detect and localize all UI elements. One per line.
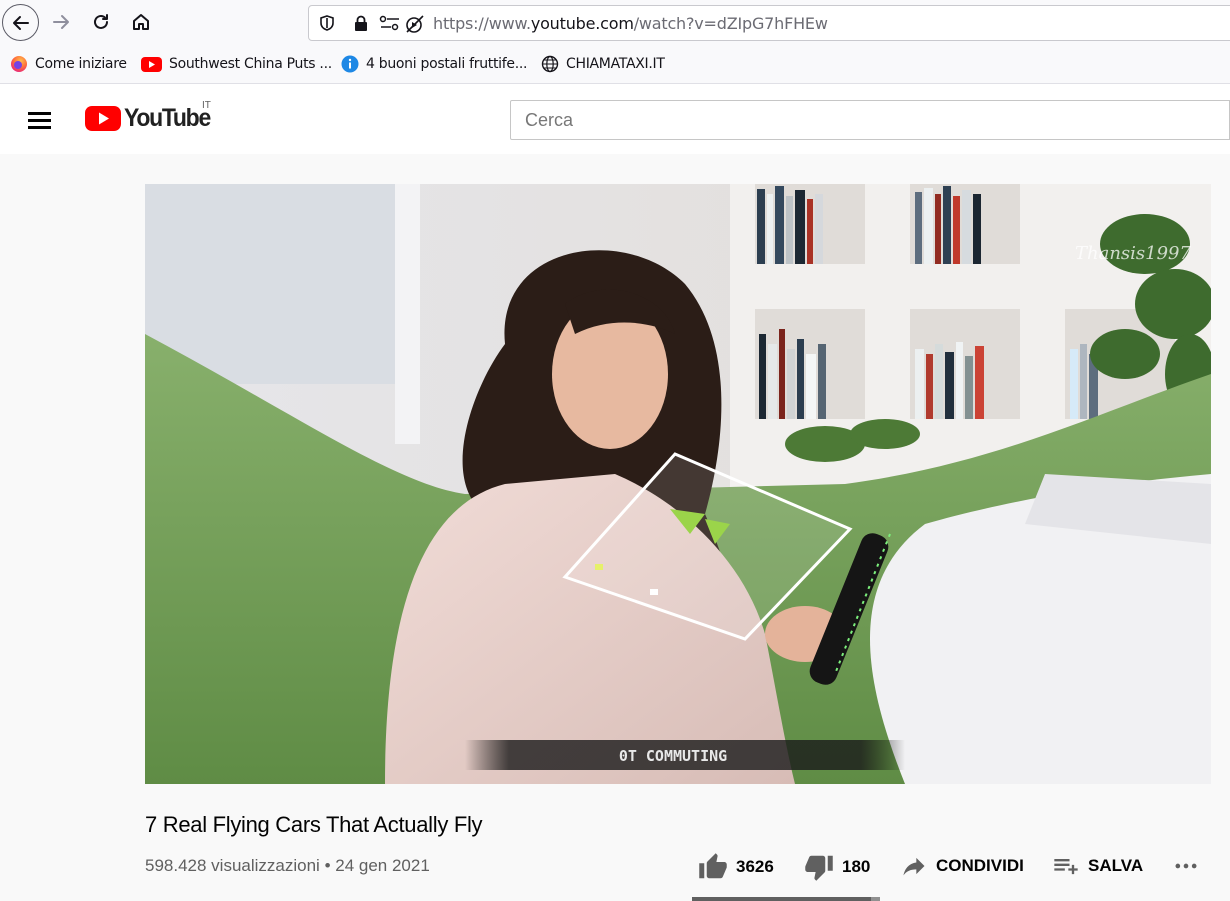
view-count: 598.428 visualizzazioni	[145, 856, 320, 875]
shield-icon[interactable]	[318, 14, 336, 32]
playlist-add-icon	[1054, 859, 1078, 875]
bookmark-come-iniziare[interactable]: Come iniziare	[10, 55, 127, 73]
like-dislike-ratio-bar	[692, 897, 880, 901]
youtube-header: YouTube IT	[0, 84, 1230, 154]
arrow-left-icon	[12, 15, 29, 30]
more-horizontal-icon	[1175, 863, 1197, 869]
globe-icon	[541, 55, 559, 73]
more-actions-button[interactable]	[1172, 852, 1208, 880]
video-meta: 598.428 visualizzazioni • 24 gen 2021	[145, 856, 430, 875]
home-icon	[133, 14, 149, 30]
share-arrow-icon	[903, 857, 925, 876]
bookmark-buoni-postali[interactable]: 4 buoni postali fruttife...	[341, 55, 527, 73]
like-button[interactable]: 3626	[698, 852, 774, 882]
save-label: SALVA	[1088, 856, 1144, 875]
like-ratio-fill	[692, 897, 871, 901]
video-frame: 0T COMMUTING Thansis1997	[145, 184, 1211, 784]
info-icon	[341, 55, 359, 73]
thumbs-down-icon	[805, 855, 833, 881]
firefox-icon	[10, 55, 28, 73]
arrow-right-icon	[53, 15, 69, 29]
video-watermark: Thansis1997	[1075, 243, 1192, 264]
share-button[interactable]: CONDIVIDI	[900, 852, 1024, 880]
video-title: 7 Real Flying Cars That Actually Fly	[145, 812, 483, 837]
dislike-count: 180	[842, 857, 871, 876]
autoplay-blocked-icon[interactable]	[404, 14, 426, 34]
thumbs-up-icon	[699, 853, 727, 879]
bookmarks-toolbar: Come iniziare Southwest China Puts ... 4…	[0, 46, 1230, 84]
search-input[interactable]	[511, 101, 1229, 139]
save-button[interactable]: SALVA	[1052, 852, 1143, 880]
bookmark-chiamataxi[interactable]: CHIAMATAXI.IT	[541, 55, 665, 73]
youtube-logo[interactable]: YouTube	[85, 104, 217, 133]
bookmark-southwest-china[interactable]: Southwest China Puts ...	[141, 55, 332, 73]
home-button[interactable]	[123, 4, 159, 40]
reload-icon	[94, 14, 108, 29]
back-button[interactable]	[2, 4, 39, 41]
video-caption: 0T COMMUTING	[619, 747, 727, 765]
reload-button[interactable]	[83, 4, 119, 40]
country-code: IT	[202, 100, 211, 111]
browser-toolbar: https://www.youtube.com/watch?v=dZIpG7hF…	[0, 0, 1230, 46]
share-label: CONDIVIDI	[936, 856, 1024, 875]
youtube-play-icon	[85, 106, 121, 131]
search-box[interactable]	[510, 100, 1230, 140]
permissions-icon[interactable]	[379, 14, 401, 32]
forward-button[interactable]	[43, 4, 79, 40]
lock-icon[interactable]	[352, 14, 370, 32]
upload-date: 24 gen 2021	[335, 856, 430, 875]
hamburger-menu-button[interactable]	[24, 104, 56, 136]
url-text[interactable]: https://www.youtube.com/watch?v=dZIpG7hF…	[433, 14, 828, 33]
dislike-button[interactable]: 180	[804, 852, 870, 882]
url-bar[interactable]: https://www.youtube.com/watch?v=dZIpG7hF…	[308, 5, 1230, 41]
video-player[interactable]: 0T COMMUTING Thansis1997	[145, 184, 1211, 784]
youtube-icon	[141, 55, 162, 73]
like-count: 3626	[736, 857, 774, 876]
